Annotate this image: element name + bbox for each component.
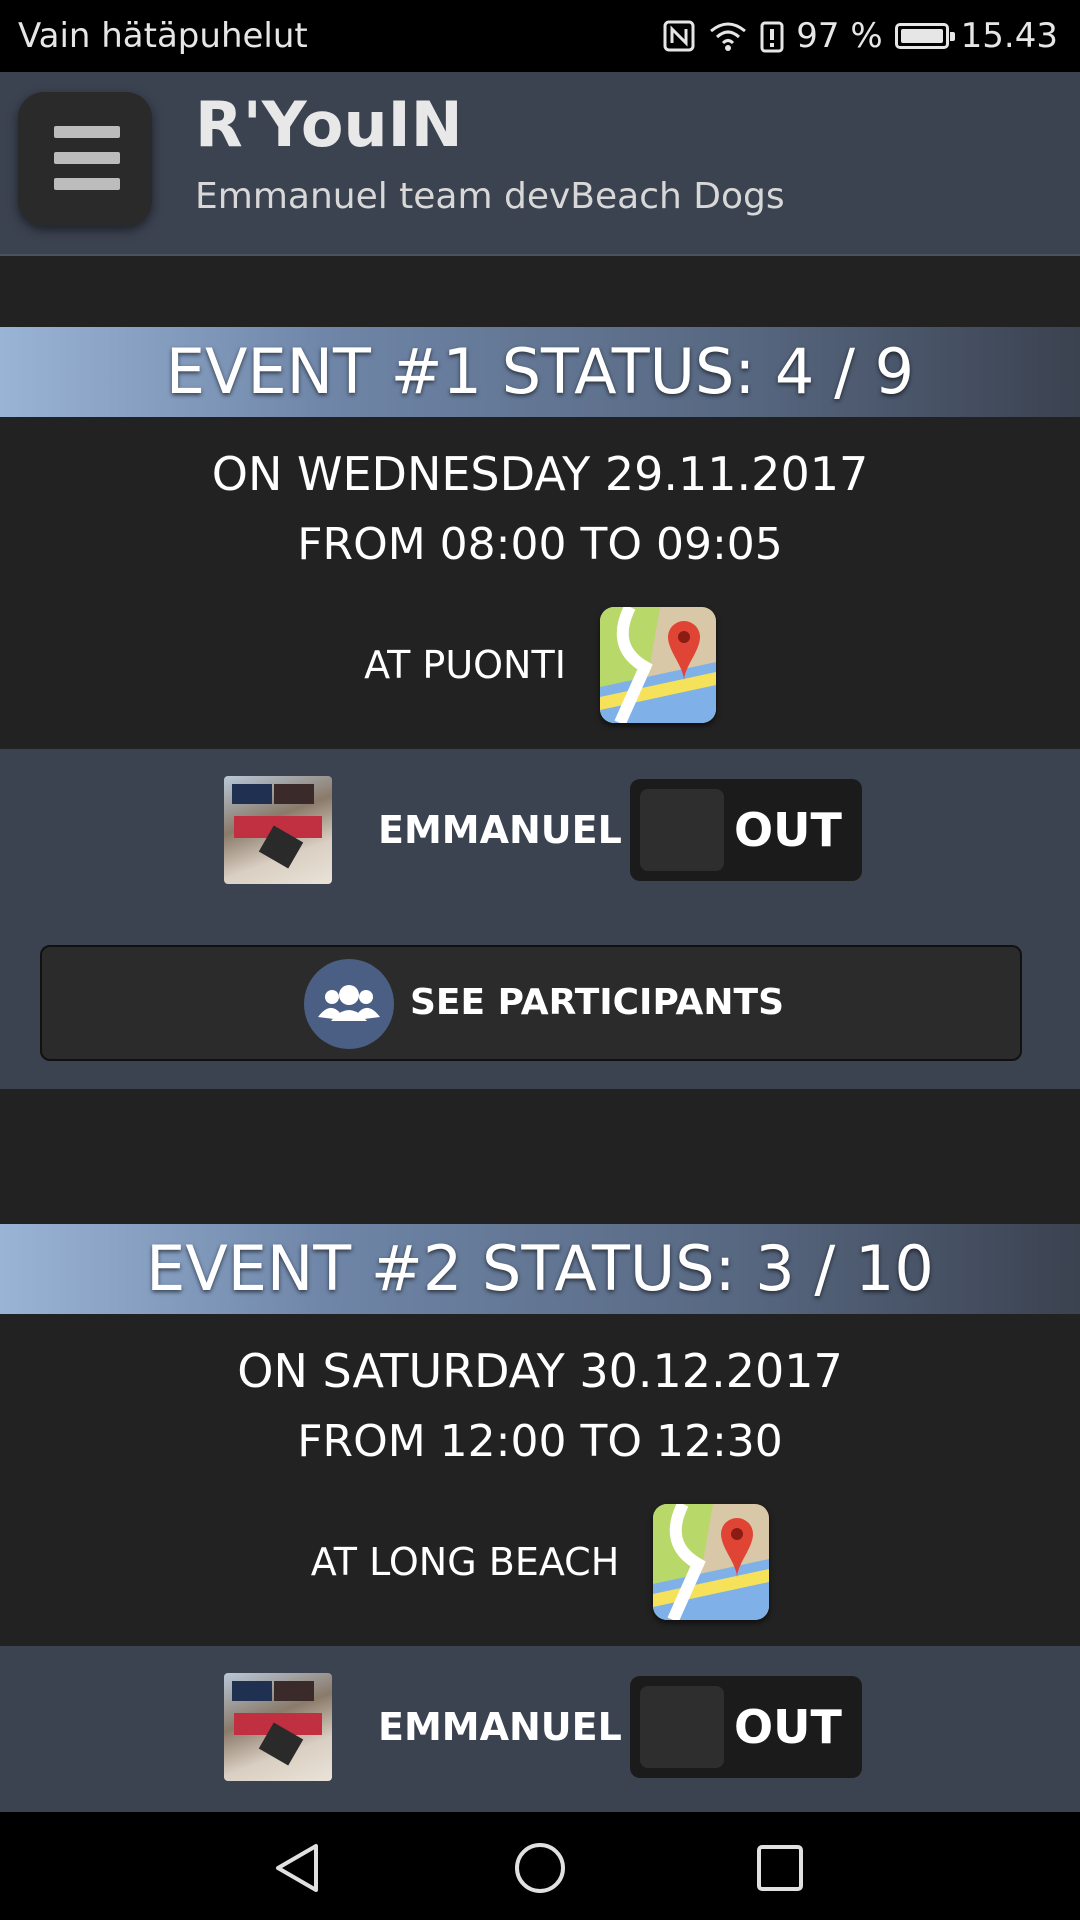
back-icon[interactable] [270, 1840, 326, 1896]
event-2-location-row: AT LONG BEACH [0, 1504, 1080, 1620]
event-2-user-panel: EMMANUEL OUT [0, 1646, 1080, 1812]
carrier-text: Vain hätäpuhelut [18, 16, 308, 56]
menu-button[interactable] [18, 92, 152, 226]
event-1-date: ON WEDNESDAY 29.11.2017 [211, 447, 869, 501]
event-1-time: FROM 08:00 TO 09:05 [297, 519, 783, 570]
toggle-label: OUT [734, 1700, 842, 1754]
event-2-time: FROM 12:00 TO 12:30 [297, 1416, 783, 1467]
event-2-header: EVENT #2 STATUS: 3 / 10 [0, 1224, 1080, 1314]
google-maps-icon[interactable] [653, 1504, 770, 1620]
avatar [224, 776, 332, 884]
see-participants-label: SEE PARTICIPANTS [410, 982, 785, 1023]
google-maps-icon[interactable] [599, 607, 716, 723]
wifi-icon [710, 22, 747, 51]
app-header: R'YouIN Emmanuel team devBeach Dogs [0, 72, 1080, 256]
navigation-bar [0, 1812, 1080, 1920]
app-title: R'YouIN [195, 88, 463, 161]
event-1-header: EVENT #1 STATUS: 4 / 9 [0, 327, 1080, 417]
event-1-location-row: AT PUONTI [0, 607, 1080, 723]
toggle-knob [640, 789, 724, 871]
avatar [224, 1673, 332, 1781]
group-icon [304, 959, 394, 1049]
see-participants-button[interactable]: SEE PARTICIPANTS [40, 945, 1022, 1061]
event-2-location: AT LONG BEACH [310, 1540, 620, 1584]
status-bar: Vain hätäpuhelut 97 % 15.43 [0, 0, 1080, 72]
battery-percent: 97 % [796, 16, 883, 56]
battery-alert-icon [760, 21, 784, 53]
toggle-knob [640, 1686, 724, 1768]
event-2-date: ON SATURDAY 30.12.2017 [237, 1344, 843, 1398]
home-icon[interactable] [512, 1840, 568, 1896]
event-2-attendance-toggle[interactable]: OUT [630, 1676, 862, 1778]
team-subtitle: Emmanuel team devBeach Dogs [195, 176, 785, 217]
nfc-icon [663, 20, 695, 52]
event-1-user-row: EMMANUEL OUT [0, 776, 1080, 884]
event-2-user-row: EMMANUEL OUT [0, 1673, 1080, 1781]
status-icons: 97 % 15.43 [662, 16, 1058, 56]
event-1-user-name: EMMANUEL [378, 808, 622, 852]
recents-icon[interactable] [752, 1840, 808, 1896]
battery-icon [894, 23, 955, 49]
event-1-attendance-toggle[interactable]: OUT [630, 779, 862, 881]
event-1-user-panel: EMMANUEL OUT SEE PARTICIPANTS [0, 749, 1080, 1089]
toggle-label: OUT [734, 803, 842, 857]
event-1-location: AT PUONTI [364, 643, 566, 687]
clock: 15.43 [960, 16, 1058, 56]
event-2-user-name: EMMANUEL [378, 1705, 622, 1749]
